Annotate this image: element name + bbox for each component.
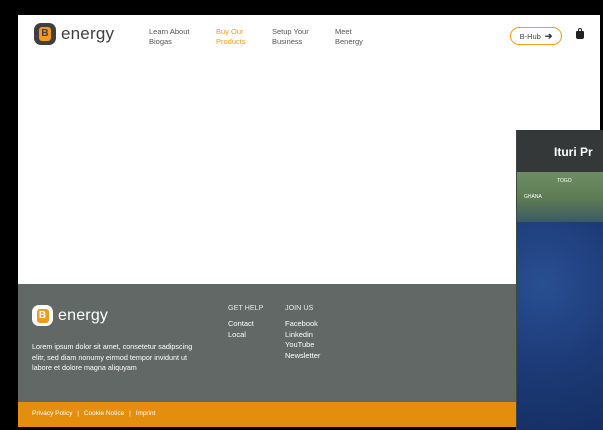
bhub-button[interactable]: B-Hub ➔ — [510, 27, 562, 45]
footer-link-contact[interactable]: Contact — [228, 319, 254, 330]
bhub-label: B-Hub — [519, 31, 541, 41]
nav-label-line2: Products — [216, 37, 246, 46]
brand-logo[interactable]: B energy — [34, 23, 114, 45]
footer-link-newsletter[interactable]: Newsletter — [285, 351, 320, 362]
logo-letter: B — [36, 308, 49, 323]
site-footer: B energy Lorem ipsum dolor sit amet, con… — [18, 284, 600, 402]
cookie-notice-link[interactable]: Cookie Notice — [84, 410, 124, 417]
nav-label-line1: Setup Your — [272, 27, 309, 36]
get-help-heading: GET HELP — [228, 303, 264, 312]
footer-link-local[interactable]: Local — [228, 330, 246, 341]
logo-mark-icon: B — [32, 305, 53, 326]
site-header: B energy Learn About Biogas Buy Our Prod… — [18, 15, 600, 59]
legal-bar: Privacy Policy | Cookie Notice | Imprint — [18, 402, 600, 427]
separator: | — [77, 410, 79, 417]
nav-buy-our-products[interactable]: Buy Our Products — [216, 27, 246, 47]
nav-label-line2: Business — [272, 37, 303, 46]
logo-text: energy — [58, 306, 109, 324]
nav-label-line2: Benergy — [335, 37, 363, 46]
nav-learn-about-biogas[interactable]: Learn About Biogas — [149, 27, 189, 47]
nav-label-line1: Meet — [335, 27, 352, 36]
legal-links: Privacy Policy | Cookie Notice | Imprint — [32, 410, 155, 417]
page: B energy Learn About Biogas Buy Our Prod… — [18, 15, 600, 427]
nav-label-line1: Buy Our — [216, 27, 244, 36]
logo-text: energy — [61, 24, 115, 43]
map-ocean-area — [517, 222, 603, 430]
privacy-policy-link[interactable]: Privacy Policy — [32, 410, 72, 417]
nav-label-line2: Biogas — [149, 37, 172, 46]
footer-link-facebook[interactable]: Facebook — [285, 319, 318, 330]
map-title-bar: Ituri Pr — [517, 130, 603, 172]
join-us-heading: JOIN US — [285, 303, 314, 312]
footer-description: Lorem ipsum dolor sit amet, consetetur s… — [32, 342, 193, 372]
map-overlay-window[interactable]: Ituri Pr TOGO GHANA — [516, 130, 603, 430]
map-title: Ituri Pr — [554, 145, 593, 159]
map-label-togo: TOGO — [557, 178, 572, 184]
map-label-ghana: GHANA — [524, 194, 542, 200]
logo-letter: B — [39, 27, 51, 41]
nav-meet-benergy[interactable]: Meet Benergy — [335, 27, 363, 47]
footer-link-linkedin[interactable]: Linkedin — [285, 330, 313, 341]
logo-mark-icon: B — [34, 23, 56, 45]
nav-setup-your-business[interactable]: Setup Your Business — [272, 27, 309, 47]
shopping-bag-icon[interactable] — [576, 28, 584, 39]
footer-logo[interactable]: B energy — [32, 305, 108, 326]
login-arrow-icon: ➔ — [544, 30, 553, 41]
imprint-link[interactable]: Imprint — [136, 410, 156, 417]
separator: | — [129, 410, 131, 417]
footer-link-youtube[interactable]: YouTube — [285, 340, 314, 351]
nav-label-line1: Learn About — [149, 27, 190, 36]
